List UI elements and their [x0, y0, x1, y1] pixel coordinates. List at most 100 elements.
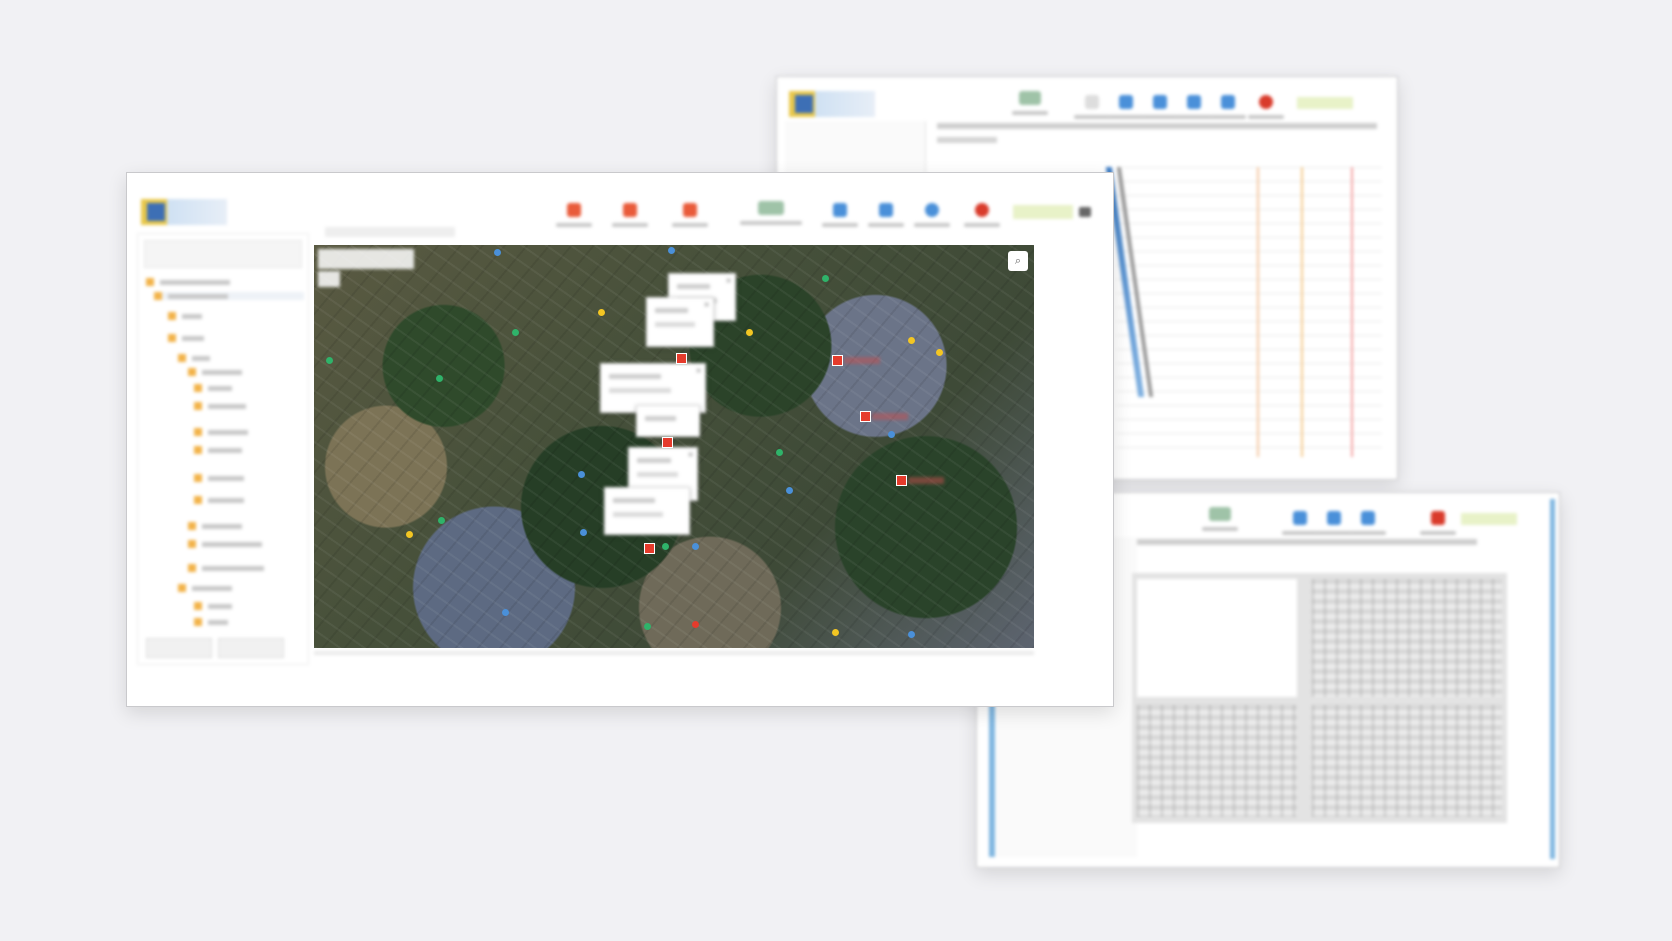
main-window: ⌕ × × × ×: [126, 172, 1114, 707]
site-marker[interactable]: [512, 329, 519, 336]
toolbar-alarm-button-3[interactable]: [667, 203, 713, 227]
right-scrollbar[interactable]: [1550, 499, 1555, 859]
site-marker[interactable]: [406, 531, 413, 538]
site-marker[interactable]: [908, 337, 915, 344]
panel-table-2: [1137, 705, 1297, 817]
toolbar-monitor-button[interactable]: [735, 201, 807, 225]
gear-icon: [1361, 511, 1375, 525]
toolbar-monitor-button[interactable]: [1197, 507, 1243, 531]
tree-item[interactable]: [168, 334, 204, 342]
map-zoom-button[interactable]: ⌕: [1008, 251, 1028, 271]
tree-item[interactable]: [194, 496, 244, 504]
site-marker[interactable]: [502, 609, 509, 616]
settings-icon[interactable]: [1079, 207, 1091, 217]
alarm-marker[interactable]: [644, 543, 655, 554]
marker-label: [872, 413, 908, 420]
tree-item[interactable]: [194, 384, 232, 392]
tree-item[interactable]: [168, 312, 202, 320]
tree-item[interactable]: [178, 354, 210, 362]
toolbar-monitor-button[interactable]: [1007, 91, 1053, 115]
tree-item[interactable]: [194, 618, 228, 626]
site-marker[interactable]: [326, 357, 333, 364]
filter-bar-2: [937, 137, 997, 143]
alarm-marker[interactable]: [832, 355, 843, 366]
site-marker[interactable]: [832, 629, 839, 636]
tree-item[interactable]: [188, 522, 242, 530]
download-icon: [1119, 95, 1133, 109]
site-marker[interactable]: [822, 275, 829, 282]
map-layer-control[interactable]: [318, 271, 340, 287]
site-marker[interactable]: [936, 349, 943, 356]
map-tab[interactable]: [325, 227, 455, 237]
toolbar-gear-button[interactable]: [909, 203, 955, 227]
toolbar-alarm-button-2[interactable]: [607, 203, 653, 227]
site-marker[interactable]: [692, 621, 699, 628]
site-marker[interactable]: [668, 247, 675, 254]
chart-line-3: [1351, 167, 1353, 457]
site-marker[interactable]: [692, 543, 699, 550]
map-popup[interactable]: [604, 487, 690, 535]
tree-item[interactable]: [194, 428, 248, 436]
site-marker[interactable]: [578, 471, 585, 478]
sidebar: [137, 233, 309, 665]
tree-item[interactable]: [188, 540, 262, 548]
power-icon: [1259, 95, 1273, 109]
map-popup[interactable]: [636, 405, 700, 437]
info-icon: [1085, 95, 1099, 109]
site-marker[interactable]: [580, 529, 587, 536]
sidebar-search[interactable]: [144, 240, 302, 268]
download-icon: [833, 203, 847, 217]
gear-icon: [1187, 95, 1201, 109]
toolbar-alarm-button-1[interactable]: [551, 203, 597, 227]
site-marker[interactable]: [644, 623, 651, 630]
tree-item[interactable]: [154, 292, 304, 300]
toolbar-power-button[interactable]: [959, 203, 1005, 227]
chart-line-1: [1257, 167, 1259, 457]
sidebar-button-2[interactable]: [218, 638, 284, 658]
alarm-marker[interactable]: [662, 437, 673, 448]
site-marker[interactable]: [786, 487, 793, 494]
toolbar-power-button[interactable]: [1415, 511, 1461, 535]
site-marker[interactable]: [776, 449, 783, 456]
site-marker[interactable]: [598, 309, 605, 316]
map-scrollbar[interactable]: [314, 651, 1034, 655]
toolbar-download-button[interactable]: [817, 203, 863, 227]
app-logo: [141, 199, 227, 225]
tree-item[interactable]: [194, 602, 232, 610]
map-legend: [318, 249, 414, 269]
site-marker[interactable]: [436, 375, 443, 382]
monitor-icon: [758, 201, 784, 215]
power-icon: [1431, 511, 1445, 525]
alarm-marker[interactable]: [676, 353, 687, 364]
tree-item[interactable]: [194, 446, 242, 454]
monitor-icon: [1209, 507, 1231, 521]
site-marker[interactable]: [888, 431, 895, 438]
panel-table-1: [1312, 579, 1502, 697]
marker-label: [908, 477, 944, 484]
tree-item[interactable]: [188, 564, 264, 572]
document-icon: [1153, 95, 1167, 109]
site-marker[interactable]: [746, 329, 753, 336]
filter-bar: [937, 123, 1377, 129]
tree-item[interactable]: [146, 278, 230, 286]
alarm-icon: [623, 203, 637, 217]
document-icon: [879, 203, 893, 217]
site-marker[interactable]: [662, 543, 669, 550]
site-marker[interactable]: [908, 631, 915, 638]
alarm-marker[interactable]: [896, 475, 907, 486]
site-marker[interactable]: [438, 517, 445, 524]
toolbar-gear-button[interactable]: [1345, 511, 1391, 535]
map-popup[interactable]: ×: [646, 297, 714, 347]
tree-item[interactable]: [188, 368, 242, 376]
tree-item[interactable]: [178, 584, 232, 592]
chart-area: [1117, 167, 1382, 457]
gear-icon: [925, 203, 939, 217]
site-marker[interactable]: [494, 249, 501, 256]
toolbar-document-button[interactable]: [863, 203, 909, 227]
satellite-map[interactable]: ⌕ × × × ×: [314, 245, 1034, 648]
sidebar-button-1[interactable]: [146, 638, 212, 658]
tree-item[interactable]: [194, 474, 244, 482]
toolbar-power-button[interactable]: [1243, 95, 1289, 119]
alarm-marker[interactable]: [860, 411, 871, 422]
tree-item[interactable]: [194, 402, 246, 410]
